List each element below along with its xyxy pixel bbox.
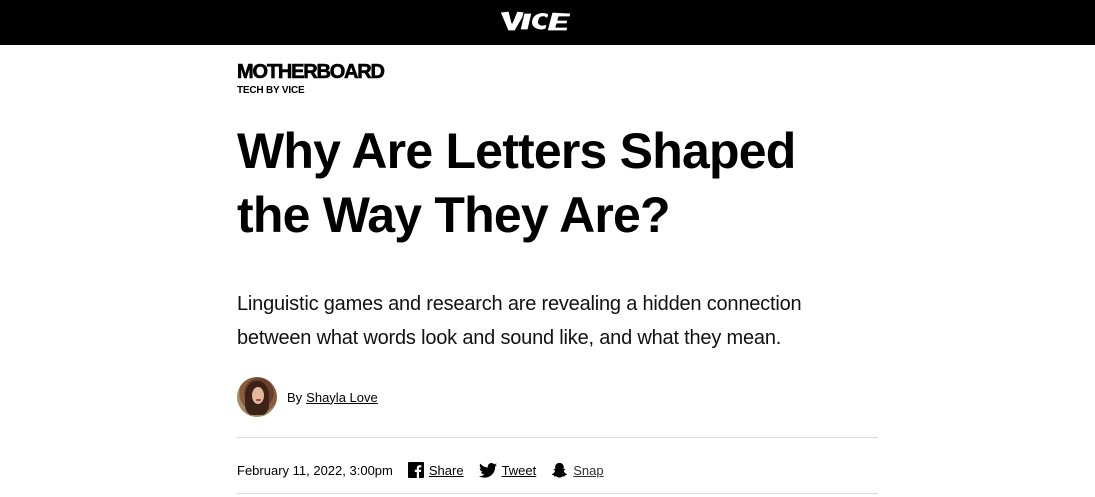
twitter-share-button[interactable]: Tweet: [478, 462, 537, 478]
vice-logo-icon: [499, 10, 572, 32]
byline: By Shayla Love: [237, 377, 378, 417]
snapchat-icon: [552, 462, 568, 478]
snapchat-share-button[interactable]: Snap: [551, 462, 604, 479]
author-link[interactable]: Shayla Love: [306, 390, 378, 405]
article-dek: Linguistic games and research are reveal…: [237, 293, 802, 349]
facebook-icon: [407, 462, 424, 478]
vice-logo[interactable]: [497, 6, 575, 36]
article-title: Why Are Letters Shaped the Way They Are?: [237, 123, 796, 243]
publish-date: February 11, 2022, 3:00pm: [237, 462, 393, 478]
top-nav-bar: [0, 0, 1095, 45]
author-avatar[interactable]: [237, 377, 277, 417]
section-brand[interactable]: MOTHERBOARD: [237, 62, 386, 83]
section-tagline: TECH BY VICE: [237, 85, 305, 96]
twitter-icon: [478, 462, 497, 478]
divider-bottom: [237, 493, 878, 494]
byline-prefix: By: [287, 389, 303, 405]
article-meta: February 11, 2022, 3:00pm Share Tweet Sn…: [237, 459, 619, 481]
facebook-share-button[interactable]: Share: [407, 462, 464, 478]
facebook-share-label: Share: [428, 462, 464, 478]
twitter-share-label: Tweet: [501, 462, 537, 478]
snapchat-share-label: Snap: [573, 462, 604, 478]
divider-top: [237, 437, 878, 438]
